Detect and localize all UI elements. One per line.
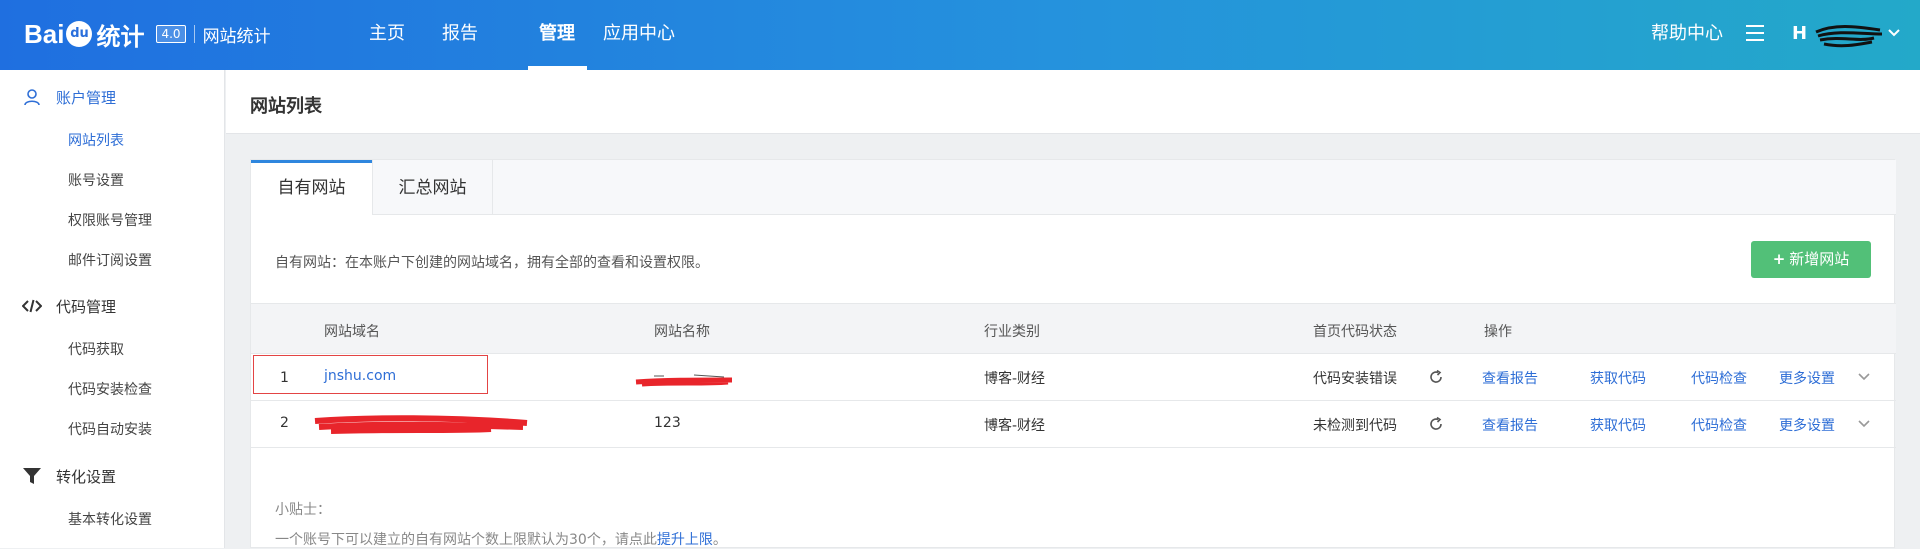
status-cell: 代码安装错误: [1313, 371, 1397, 387]
sidebar-item-site-list[interactable]: 网站列表: [68, 129, 124, 153]
page-header: 网站列表: [226, 70, 1920, 134]
col-actions: 操作: [1484, 324, 1512, 340]
logo-cn: 统计: [96, 22, 145, 51]
table-row: 1 jnshu.com 博客-财经 代码安装错误 查看报告 获取代码 代码检查 …: [251, 354, 1896, 401]
nav-reports[interactable]: 报告: [437, 0, 517, 70]
sidebar-group-code[interactable]: 代码管理: [0, 286, 225, 326]
redacted-username-scribble: [1815, 25, 1883, 48]
code-icon: [22, 299, 42, 313]
list-menu-icon[interactable]: [1746, 25, 1764, 41]
user-initial[interactable]: H: [1792, 0, 1807, 67]
top-header: Bai du 统计 4.0 网站统计 主页 报告 管理 应用中心 帮助中心 H: [0, 0, 1920, 70]
col-site-name: 网站名称: [654, 324, 710, 340]
logo-divider: [193, 25, 195, 43]
tips-body: 一个账号下可以建立的自有网站个数上限默认为30个，请点此: [275, 532, 657, 548]
refresh-icon[interactable]: [1428, 369, 1444, 385]
sidebar-item-basic-conversion[interactable]: 基本转化设置: [68, 508, 152, 532]
main-nav: 主页 报告 管理 应用中心: [350, 0, 675, 70]
help-center-link[interactable]: 帮助中心: [1651, 0, 1723, 67]
tab-description: 自有网站：在本账户下创建的网站域名，拥有全部的查看和设置权限。: [275, 255, 709, 271]
sidebar-group-conversion[interactable]: 转化设置: [0, 456, 225, 496]
chevron-down-icon[interactable]: [1887, 26, 1901, 40]
tab-bar: 自有网站 汇总网站: [251, 160, 1896, 216]
site-domain-link[interactable]: jnshu.com: [324, 368, 396, 384]
sidebar-item-account-settings[interactable]: 账号设置: [68, 169, 124, 193]
sidebar-item-get-code[interactable]: 代码获取: [68, 338, 124, 362]
tips-text: 一个账号下可以建立的自有网站个数上限默认为30个，请点此提升上限。: [275, 529, 727, 549]
sidebar: 账户管理 网站列表 账号设置 权限账号管理 邮件订阅设置 代码管理 代码获取 代…: [0, 70, 225, 548]
col-code-status: 首页代码状态: [1313, 324, 1397, 340]
col-domain: 网站域名: [324, 324, 380, 340]
filter-icon: [23, 468, 41, 484]
status-cell: 未检测到代码: [1313, 418, 1397, 434]
sidebar-group-label: 代码管理: [56, 297, 117, 316]
sidebar-item-code-check[interactable]: 代码安装检查: [68, 378, 152, 402]
industry-cell: 博客-财经: [984, 418, 1046, 434]
industry-cell: 博客-财经: [984, 371, 1046, 387]
redacted-site-name: [635, 374, 733, 387]
tab-summary-sites[interactable]: 汇总网站: [372, 160, 493, 215]
tab-own-sites[interactable]: 自有网站: [251, 160, 372, 216]
col-industry: 行业类别: [984, 324, 1040, 340]
chevron-down-icon[interactable]: [1857, 370, 1871, 384]
sidebar-item-email-subscription[interactable]: 邮件订阅设置: [68, 249, 152, 273]
table-row: 2 123 博客-财经 未检测到代码 查看报告 获取代码 代码检查 更多设置: [251, 401, 1896, 448]
row-index: 2: [280, 415, 289, 431]
sidebar-group-label: 转化设置: [56, 467, 117, 486]
get-code-link[interactable]: 获取代码: [1590, 415, 1646, 435]
site-name-cell: 123: [654, 415, 681, 431]
nav-home[interactable]: 主页: [350, 0, 437, 70]
site-list-card: 自有网站 汇总网站 自有网站：在本账户下创建的网站域名，拥有全部的查看和设置权限…: [250, 159, 1896, 549]
paw-icon: du: [66, 21, 93, 47]
version-badge: 4.0: [156, 25, 186, 43]
redacted-site-domain: [314, 415, 528, 434]
user-icon: [24, 89, 40, 106]
get-code-link[interactable]: 获取代码: [1590, 368, 1646, 388]
add-site-button[interactable]: + 新增网站: [1751, 241, 1871, 278]
logo-text: Bai: [24, 18, 65, 49]
baidu-tongji-logo[interactable]: Bai du 统计 4.0 网站统计: [24, 14, 271, 54]
code-check-link[interactable]: 代码检查: [1691, 368, 1747, 388]
sidebar-item-auto-install[interactable]: 代码自动安装: [68, 418, 152, 442]
plus-icon: +: [1772, 250, 1786, 268]
page-title: 网站列表: [250, 96, 322, 117]
more-settings-link[interactable]: 更多设置: [1779, 368, 1835, 388]
sidebar-group-account[interactable]: 账户管理: [0, 77, 225, 117]
view-report-link[interactable]: 查看报告: [1482, 368, 1538, 388]
nav-manage[interactable]: 管理: [528, 0, 587, 70]
sidebar-group-label: 账户管理: [56, 88, 117, 107]
raise-limit-link[interactable]: 提升上限: [657, 532, 713, 548]
add-site-label: 新增网站: [1789, 250, 1850, 268]
code-check-link[interactable]: 代码检查: [1691, 415, 1747, 435]
more-settings-link[interactable]: 更多设置: [1779, 415, 1835, 435]
view-report-link[interactable]: 查看报告: [1482, 415, 1538, 435]
nav-app-center[interactable]: 应用中心: [603, 0, 703, 70]
sidebar-item-permission-accounts[interactable]: 权限账号管理: [68, 209, 152, 233]
product-name: 网站统计: [202, 26, 271, 47]
chevron-down-icon[interactable]: [1857, 417, 1871, 431]
tips-end: 。: [712, 532, 727, 548]
tips-title: 小贴士：: [275, 502, 331, 518]
row-index: 1: [280, 370, 289, 386]
refresh-icon[interactable]: [1428, 416, 1444, 432]
table-header: 网站域名 网站名称 行业类别 首页代码状态 操作: [251, 303, 1896, 354]
